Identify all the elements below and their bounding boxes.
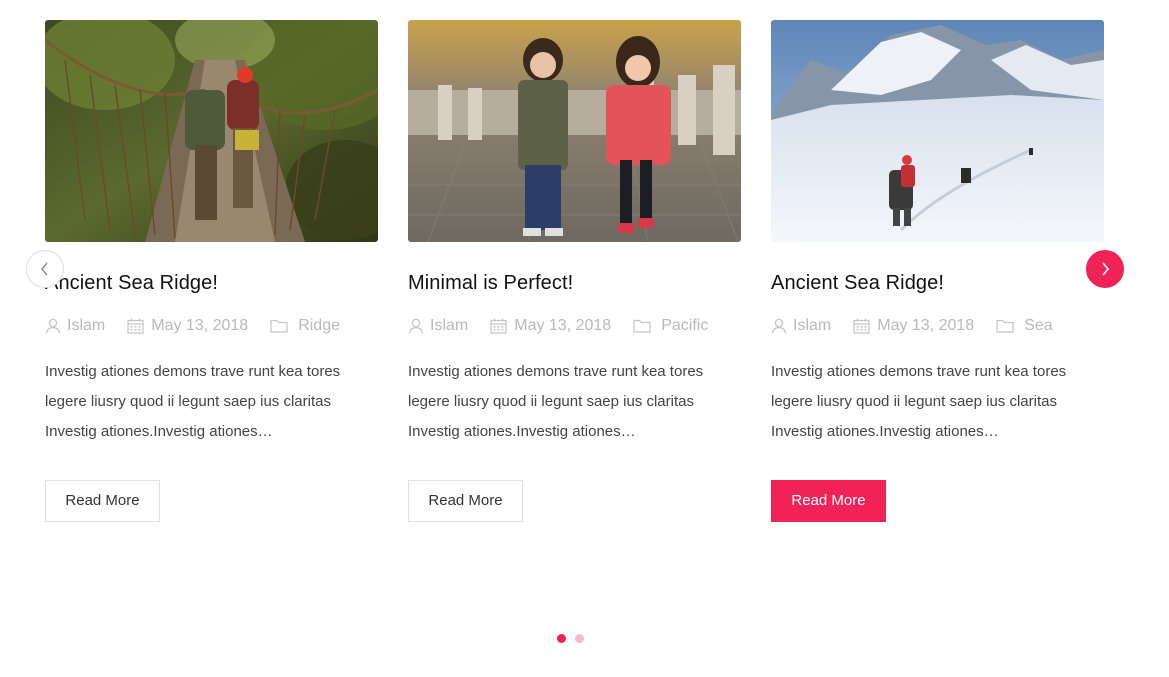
- snow-mountain-image: [771, 20, 1104, 242]
- post-excerpt: Investig ationes demons trave runt kea t…: [771, 363, 1067, 440]
- chevron-left-icon: [41, 262, 48, 276]
- post-excerpt: Investig ationes demons trave runt kea t…: [45, 363, 341, 440]
- blog-card: Minimal is Perfect! Islam May 13, 2018 P…: [408, 20, 741, 522]
- user-icon: [408, 318, 424, 334]
- post-author[interactable]: Islam: [771, 317, 831, 335]
- post-author[interactable]: Islam: [45, 317, 105, 335]
- post-category[interactable]: Ridge: [270, 317, 340, 335]
- category-name: Ridge: [298, 317, 340, 334]
- post-meta: Islam May 13, 2018 Ridge: [45, 317, 362, 335]
- post-date: May 13, 2018: [853, 317, 974, 335]
- date-text: May 13, 2018: [151, 317, 249, 334]
- post-image[interactable]: [45, 20, 378, 242]
- read-more-button[interactable]: Read More: [771, 480, 886, 522]
- post-image[interactable]: [771, 20, 1104, 242]
- author-name: Islam: [430, 317, 469, 334]
- folder-icon: [633, 319, 651, 333]
- blog-card: Ancient Sea Ridge! Islam May 13, 2018: [771, 20, 1104, 522]
- children-image: [408, 20, 741, 242]
- read-more-button[interactable]: Read More: [45, 480, 160, 522]
- folder-icon: [996, 319, 1014, 333]
- post-excerpt: Investig ationes demons trave runt kea t…: [408, 363, 704, 440]
- chevron-right-icon: [1102, 262, 1110, 276]
- author-name: Islam: [67, 317, 106, 334]
- category-name: Sea: [1024, 317, 1053, 334]
- user-icon: [45, 318, 61, 334]
- post-title[interactable]: Minimal is Perfect!: [408, 272, 573, 295]
- post-category[interactable]: Pacific: [633, 317, 708, 335]
- date-text: May 13, 2018: [877, 317, 975, 334]
- carousel-pagination: [557, 634, 593, 643]
- calendar-icon: [490, 318, 507, 334]
- post-author[interactable]: Islam: [408, 317, 468, 335]
- post-title[interactable]: Ancient Sea Ridge!: [45, 272, 218, 295]
- read-more-button[interactable]: Read More: [408, 480, 523, 522]
- post-category[interactable]: Sea: [996, 317, 1053, 335]
- blog-card: Ancient Sea Ridge! Islam May 13, 2018: [45, 20, 378, 522]
- category-name: Pacific: [661, 317, 709, 334]
- blog-carousel: Ancient Sea Ridge! Islam May 13, 2018 Ri…: [0, 0, 1169, 677]
- post-date: May 13, 2018: [127, 317, 248, 335]
- post-meta: Islam May 13, 2018 Pacific: [408, 317, 730, 335]
- post-title[interactable]: Ancient Sea Ridge!: [771, 272, 944, 295]
- author-name: Islam: [793, 317, 832, 334]
- post-meta: Islam May 13, 2018 Sea: [771, 317, 1075, 335]
- folder-icon: [270, 319, 288, 333]
- calendar-icon: [127, 318, 144, 334]
- pagination-dot-2[interactable]: [575, 634, 584, 643]
- rope-bridge-image: [45, 20, 378, 242]
- user-icon: [771, 318, 787, 334]
- post-date: May 13, 2018: [490, 317, 611, 335]
- pagination-dot-1[interactable]: [557, 634, 566, 643]
- date-text: May 13, 2018: [514, 317, 612, 334]
- carousel-prev-button[interactable]: [26, 250, 64, 288]
- post-image[interactable]: [408, 20, 741, 242]
- carousel-next-button[interactable]: [1086, 250, 1124, 288]
- calendar-icon: [853, 318, 870, 334]
